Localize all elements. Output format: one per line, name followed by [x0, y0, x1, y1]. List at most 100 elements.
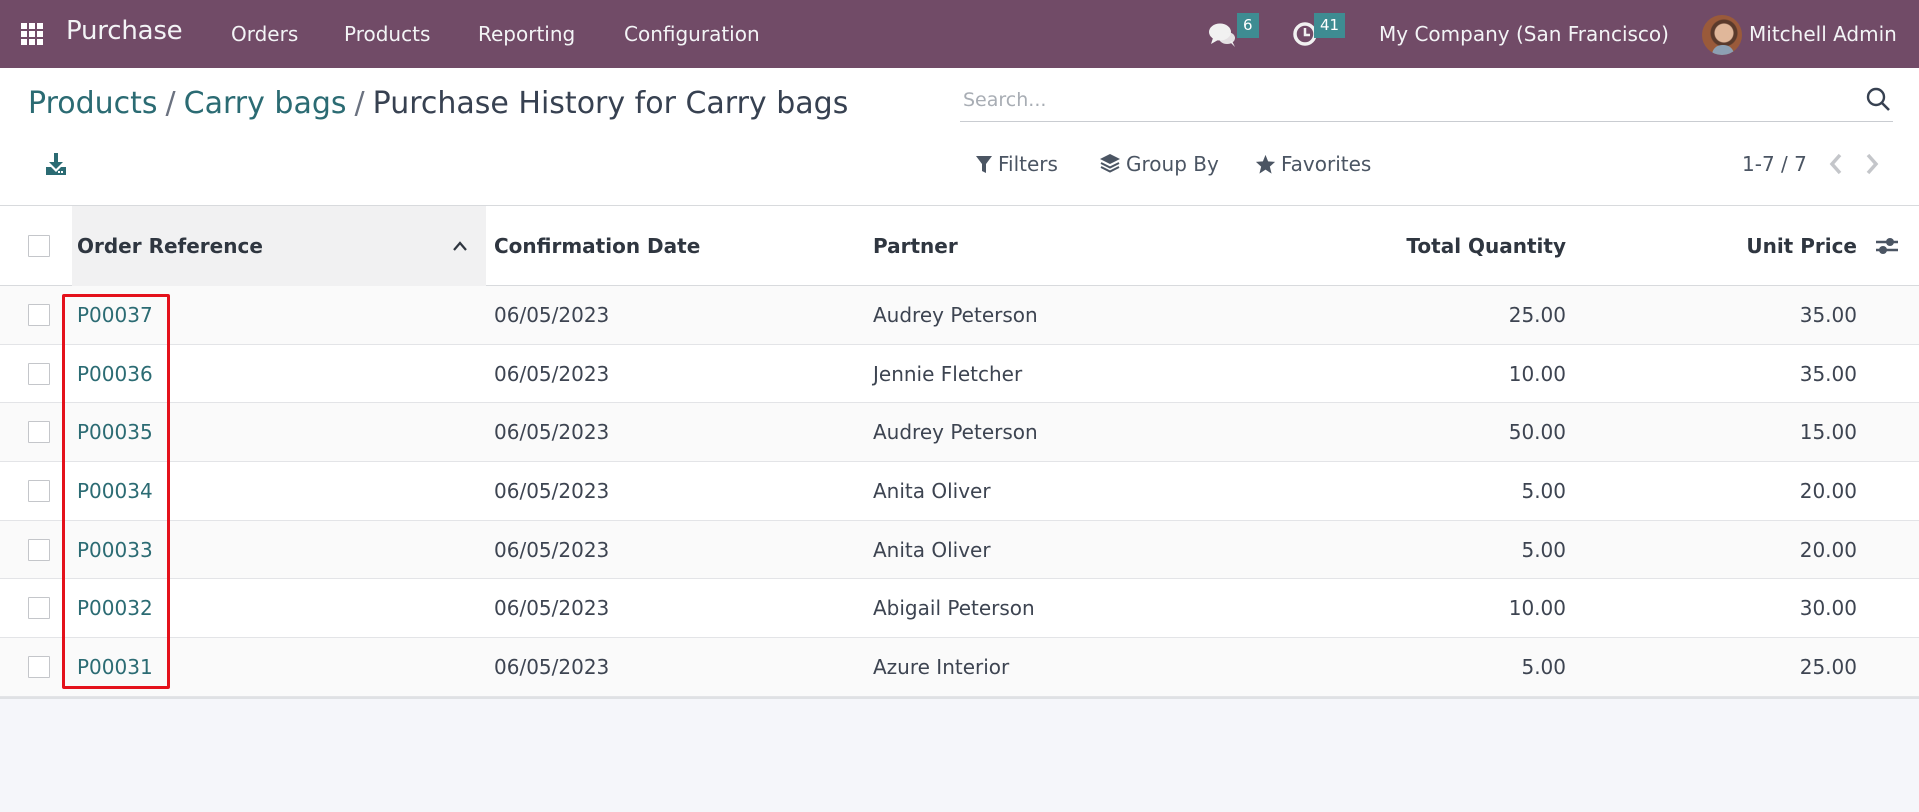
apps-menu-icon[interactable]	[21, 23, 45, 45]
table-row[interactable]: P00032 06/05/2023 Abigail Peterson 10.00…	[0, 579, 1919, 639]
optional-columns-icon[interactable]	[1874, 234, 1900, 258]
breadcrumb-separator: /	[165, 86, 176, 121]
user-avatar[interactable]	[1702, 15, 1742, 55]
total-quantity-cell: 10.00	[1508, 361, 1566, 386]
control-panel: Products / Carry bags / Purchase History for…	[0, 68, 1919, 206]
favorites-label: Favorites	[1281, 152, 1372, 176]
row-checkbox[interactable]	[28, 656, 50, 679]
partner-cell: Anita Oliver	[873, 537, 991, 562]
table-row[interactable]: P00033 06/05/2023 Anita Oliver 5.00 20.0…	[0, 520, 1919, 580]
unit-price-cell: 20.00	[1799, 537, 1857, 562]
confirmation-date-cell: 06/05/2023	[494, 655, 610, 680]
unit-price-cell: 20.00	[1799, 479, 1857, 504]
confirmation-date-cell: 06/05/2023	[494, 479, 610, 504]
table-row[interactable]: P00036 06/05/2023 Jennie Fletcher 10.00 …	[0, 344, 1919, 404]
breadcrumb-separator: /	[354, 86, 365, 121]
sort-ascending-icon[interactable]	[451, 237, 469, 255]
app-name[interactable]: Purchase	[66, 16, 183, 46]
group-by-label: Group By	[1126, 152, 1219, 176]
chat-bubbles-icon	[1209, 23, 1235, 47]
chevron-left-icon	[1829, 153, 1842, 175]
pager-previous-button[interactable]	[1825, 151, 1847, 177]
user-menu[interactable]: Mitchell Admin	[1749, 22, 1897, 46]
menu-products[interactable]: Products	[344, 22, 430, 46]
confirmation-date-cell: 06/05/2023	[494, 361, 610, 386]
partner-cell: Abigail Peterson	[873, 596, 1035, 621]
confirmation-date-cell: 06/05/2023	[494, 596, 610, 621]
menu-configuration[interactable]: Configuration	[624, 22, 760, 46]
favorites-button[interactable]: Favorites	[1255, 152, 1371, 176]
partner-cell: Audrey Peterson	[873, 420, 1038, 445]
breadcrumb-products[interactable]: Products	[28, 86, 158, 121]
confirmation-date-cell: 06/05/2023	[494, 303, 610, 327]
star-icon	[1255, 154, 1276, 174]
column-order-reference[interactable]: Order Reference	[77, 206, 263, 286]
total-quantity-cell: 50.00	[1508, 420, 1566, 445]
filters-button[interactable]: Filters	[975, 152, 1058, 176]
menu-reporting[interactable]: Reporting	[478, 22, 575, 46]
download-icon	[46, 153, 66, 175]
order-reference-cell[interactable]: P00036	[77, 345, 153, 403]
layers-icon	[1100, 154, 1120, 173]
group-by-button[interactable]: Group By	[1099, 152, 1219, 176]
unit-price-cell: 35.00	[1799, 303, 1857, 327]
messages-count-badge: 6	[1237, 13, 1259, 38]
unit-price-cell: 35.00	[1799, 361, 1857, 386]
row-checkbox[interactable]	[28, 597, 50, 620]
breadcrumb-carry-bags[interactable]: Carry bags	[184, 86, 347, 121]
total-quantity-cell: 10.00	[1508, 596, 1566, 621]
unit-price-cell: 30.00	[1799, 596, 1857, 621]
purchase-history-table: Order Reference Confirmation Date Partne…	[0, 206, 1919, 699]
row-checkbox[interactable]	[28, 421, 50, 444]
table-row[interactable]: P00031 06/05/2023 Azure Interior 5.00 25…	[0, 638, 1919, 697]
activities-count-badge: 41	[1314, 13, 1346, 38]
search-bar	[960, 80, 1893, 122]
table-row[interactable]: P00034 06/05/2023 Anita Oliver 5.00 20.0…	[0, 462, 1919, 521]
unit-price-cell: 25.00	[1799, 655, 1857, 680]
table-row[interactable]: P00035 06/05/2023 Audrey Peterson 50.00 …	[0, 403, 1919, 463]
total-quantity-cell: 5.00	[1521, 655, 1566, 680]
partner-cell: Audrey Peterson	[873, 303, 1038, 327]
breadcrumb: Products / Carry bags / Purchase History for…	[28, 86, 848, 121]
confirmation-date-cell: 06/05/2023	[494, 420, 610, 445]
search-input[interactable]	[963, 84, 1843, 116]
column-partner[interactable]: Partner	[873, 206, 958, 286]
partner-cell: Azure Interior	[873, 655, 1010, 680]
messages-button[interactable]	[1208, 21, 1238, 49]
order-reference-cell[interactable]: P00035	[77, 403, 153, 461]
page-title: Purchase History for Carry bags	[372, 86, 849, 121]
row-checkbox[interactable]	[28, 362, 50, 385]
menu-orders[interactable]: Orders	[231, 22, 298, 46]
chevron-right-icon	[1866, 153, 1879, 175]
table-header: Order Reference Confirmation Date Partne…	[0, 206, 1919, 286]
total-quantity-cell: 25.00	[1508, 303, 1566, 327]
total-quantity-cell: 5.00	[1521, 479, 1566, 504]
column-total-quantity[interactable]: Total Quantity	[1366, 206, 1566, 286]
total-quantity-cell: 5.00	[1521, 537, 1566, 562]
top-navbar: Purchase Orders Products Reporting Confi…	[0, 0, 1919, 68]
company-switcher[interactable]: My Company (San Francisco)	[1379, 22, 1669, 46]
pager-next-button[interactable]	[1861, 151, 1883, 177]
order-reference-cell[interactable]: P00037	[77, 286, 153, 344]
unit-price-cell: 15.00	[1799, 420, 1857, 445]
order-reference-cell[interactable]: P00034	[77, 462, 153, 520]
table-body: P00037 06/05/2023 Audrey Peterson 25.00 …	[0, 286, 1919, 697]
confirmation-date-cell: 06/05/2023	[494, 537, 610, 562]
partner-cell: Jennie Fletcher	[873, 361, 1023, 386]
select-all-checkbox[interactable]	[28, 235, 50, 257]
column-confirmation-date[interactable]: Confirmation Date	[494, 206, 700, 286]
order-reference-cell[interactable]: P00032	[77, 579, 153, 637]
row-checkbox[interactable]	[28, 304, 50, 326]
export-button[interactable]	[44, 152, 68, 176]
order-reference-cell[interactable]: P00033	[77, 521, 153, 579]
filter-icon	[976, 156, 992, 173]
row-checkbox[interactable]	[28, 480, 50, 503]
search-icon[interactable]	[1865, 86, 1891, 112]
pager-value[interactable]: 1-7 / 7	[1742, 152, 1807, 176]
filters-label: Filters	[998, 152, 1058, 176]
table-row[interactable]: P00037 06/05/2023 Audrey Peterson 25.00 …	[0, 286, 1919, 345]
order-reference-cell[interactable]: P00031	[77, 638, 153, 696]
row-checkbox[interactable]	[28, 538, 50, 561]
partner-cell: Anita Oliver	[873, 479, 991, 504]
column-unit-price[interactable]: Unit Price	[1657, 206, 1857, 286]
